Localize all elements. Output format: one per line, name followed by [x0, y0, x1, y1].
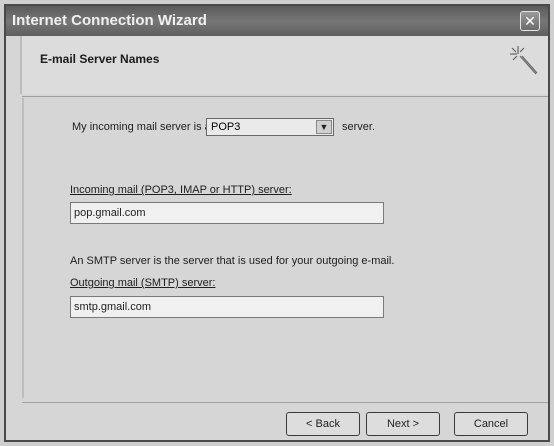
outgoing-server-label: Outgoing mail (SMTP) server:	[70, 277, 216, 289]
header-divider	[22, 96, 548, 97]
close-icon: ✕	[524, 13, 536, 29]
wizard-header: E-mail Server Names	[20, 36, 548, 94]
close-button[interactable]: ✕	[520, 11, 540, 31]
smtp-note-text: An SMTP server is the server that is use…	[70, 255, 395, 267]
window-title: Internet Connection Wizard	[12, 12, 207, 29]
chevron-down-icon[interactable]: ▼	[316, 120, 332, 134]
back-button[interactable]: < Back	[286, 412, 360, 436]
form-area: My incoming mail server is a POP3 ▼ serv…	[22, 98, 548, 398]
internet-connection-wizard-dialog: Internet Connection Wizard ✕ E-mail Serv…	[4, 4, 550, 442]
incoming-server-type-select[interactable]: POP3 ▼	[206, 118, 334, 136]
incoming-type-prefix-label: My incoming mail server is a	[72, 121, 211, 133]
page-title: E-mail Server Names	[40, 52, 160, 66]
incoming-type-suffix-label: server.	[342, 121, 376, 133]
next-button[interactable]: Next >	[366, 412, 440, 436]
cancel-button[interactable]: Cancel	[454, 412, 528, 436]
footer-divider	[22, 402, 548, 403]
outgoing-server-input[interactable]: smtp.gmail.com	[70, 296, 384, 318]
wizard-wand-icon	[510, 46, 538, 75]
incoming-server-type-value: POP3	[211, 121, 241, 133]
title-bar: Internet Connection Wizard ✕	[6, 6, 548, 36]
incoming-server-label: Incoming mail (POP3, IMAP or HTTP) serve…	[70, 184, 292, 196]
page: Internet Connection Wizard ✕ E-mail Serv…	[0, 0, 554, 446]
incoming-server-input[interactable]: pop.gmail.com	[70, 202, 384, 224]
